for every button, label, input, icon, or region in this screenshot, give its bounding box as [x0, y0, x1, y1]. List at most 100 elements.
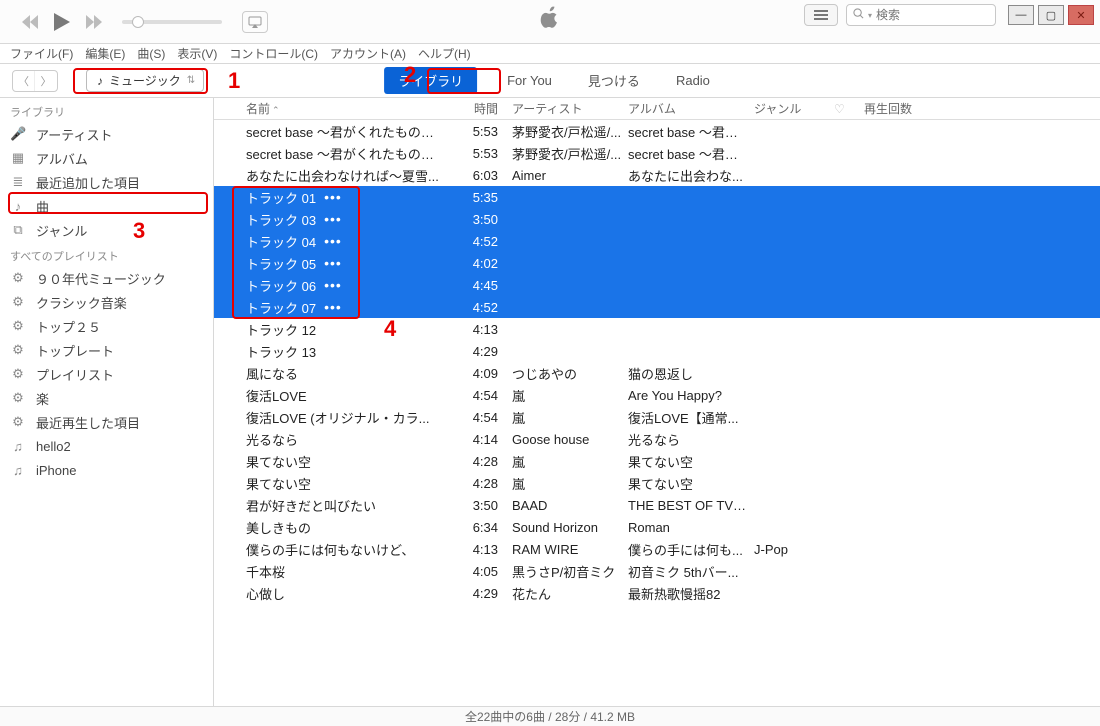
- menu-item[interactable]: アカウント(A): [330, 45, 406, 62]
- song-row[interactable]: secret base ～君がくれたもの～ (...5:53茅野愛衣/戸松遥/.…: [214, 120, 1100, 142]
- more-icon[interactable]: •••: [324, 255, 342, 271]
- col-genre[interactable]: ジャンル: [748, 100, 828, 117]
- tab-for-you[interactable]: For You: [501, 71, 558, 90]
- col-album[interactable]: アルバム: [622, 100, 748, 117]
- song-name: トラック 03: [246, 210, 316, 229]
- song-row[interactable]: 美しきもの6:34Sound HorizonRoman: [214, 516, 1100, 538]
- song-row[interactable]: 千本桜4:05黒うさP/初音ミク初音ミク 5thバー...: [214, 560, 1100, 582]
- menu-item[interactable]: コントロール(C): [229, 45, 318, 62]
- sidebar-playlist-item[interactable]: ⚙クラシック音楽: [0, 290, 213, 314]
- song-row[interactable]: 君が好きだと叫びたい3:50BAADTHE BEST OF TV A...: [214, 494, 1100, 516]
- song-row[interactable]: トラック 05•••4:02: [214, 252, 1100, 274]
- song-name: トラック 06: [246, 276, 316, 295]
- search-box[interactable]: ▾: [846, 4, 996, 26]
- sidebar-item[interactable]: ♪曲: [0, 194, 213, 218]
- song-name: トラック 13: [246, 345, 316, 360]
- airplay-button[interactable]: [242, 11, 268, 33]
- song-name: トラック 05: [246, 254, 316, 273]
- menu-item[interactable]: 曲(S): [137, 45, 165, 62]
- song-time: 4:05: [440, 564, 506, 579]
- more-icon[interactable]: •••: [324, 211, 342, 227]
- song-row[interactable]: 僕らの手には何もないけど、4:13RAM WIRE僕らの手には何も...J-Po…: [214, 538, 1100, 560]
- sidebar-item[interactable]: ≣最近追加した項目: [0, 170, 213, 194]
- col-plays[interactable]: 再生回数: [858, 100, 1092, 117]
- song-artist: 嵐: [506, 474, 622, 493]
- song-album: Are You Happy?: [622, 388, 748, 403]
- song-name: 心做し: [246, 587, 285, 602]
- song-row[interactable]: 光るなら4:14Goose house光るなら: [214, 428, 1100, 450]
- more-icon[interactable]: •••: [324, 233, 342, 249]
- main: ライブラリ 🎤アーティスト▦アルバム≣最近追加した項目♪曲⧉ジャンル すべてのプ…: [0, 98, 1100, 706]
- nav-forward[interactable]: 〉: [35, 71, 57, 91]
- volume-slider[interactable]: [122, 20, 222, 24]
- song-artist: Aimer: [506, 168, 622, 183]
- apple-logo: [540, 6, 560, 34]
- sidebar-item[interactable]: ▦アルバム: [0, 146, 213, 170]
- song-time: 4:28: [440, 454, 506, 469]
- maximize-button[interactable]: ▢: [1038, 5, 1064, 25]
- sidebar-playlist-item[interactable]: ♫hello2: [0, 434, 213, 458]
- status-bar: 全22曲中の6曲 / 28分 / 41.2 MB: [0, 706, 1100, 726]
- media-type-selector[interactable]: ♪ ミュージック ⇅: [86, 69, 204, 92]
- tab-radio[interactable]: Radio: [670, 71, 716, 90]
- sidebar-item[interactable]: 🎤アーティスト: [0, 122, 213, 146]
- prev-button[interactable]: [16, 8, 44, 36]
- song-row[interactable]: 風になる4:09つじあやの猫の恩返し: [214, 362, 1100, 384]
- col-time[interactable]: 時間: [440, 100, 506, 117]
- more-icon[interactable]: •••: [324, 189, 342, 205]
- volume-thumb[interactable]: [132, 16, 144, 28]
- sidebar-playlist-item[interactable]: ⚙トップレート: [0, 338, 213, 362]
- sidebar-icon: ▦: [10, 150, 26, 166]
- song-time: 4:28: [440, 476, 506, 491]
- play-button[interactable]: [48, 8, 76, 36]
- menu-item[interactable]: ヘルプ(H): [418, 45, 471, 62]
- song-row[interactable]: トラック 01•••5:35: [214, 186, 1100, 208]
- song-artist: 花たん: [506, 584, 622, 603]
- list-view-button[interactable]: [804, 4, 838, 26]
- sidebar-playlist-item[interactable]: ⚙９０年代ミュージック: [0, 266, 213, 290]
- minimize-button[interactable]: —: [1008, 5, 1034, 25]
- col-name[interactable]: 名前⌃: [240, 100, 440, 117]
- song-row[interactable]: トラック 04•••4:52: [214, 230, 1100, 252]
- menu-item[interactable]: 編集(E): [85, 45, 125, 62]
- sidebar-icon: ⧉: [10, 222, 26, 238]
- status-text: 全22曲中の6曲 / 28分 / 41.2 MB: [465, 708, 635, 725]
- song-list-content: 名前⌃ 時間 アーティスト アルバム ジャンル ♡ 再生回数 secret ba…: [214, 98, 1100, 706]
- nav-back[interactable]: 〈: [13, 71, 35, 91]
- song-row[interactable]: 復活LOVE4:54嵐Are You Happy?: [214, 384, 1100, 406]
- song-row[interactable]: トラック 07•••4:52: [214, 296, 1100, 318]
- next-button[interactable]: [80, 8, 108, 36]
- song-row[interactable]: 復活LOVE (オリジナル・カラ...4:54嵐復活LOVE【通常...: [214, 406, 1100, 428]
- song-row[interactable]: あなたに出会わなければ～夏雪...6:03Aimerあなたに出会わな...: [214, 164, 1100, 186]
- song-row[interactable]: 心做し4:29花たん最新热歌慢摇82: [214, 582, 1100, 604]
- song-genre: J-Pop: [748, 542, 828, 557]
- tab-library[interactable]: ライブラリ: [384, 67, 477, 94]
- more-icon[interactable]: •••: [324, 299, 342, 315]
- search-icon: [853, 8, 864, 22]
- col-artist[interactable]: アーティスト: [506, 100, 622, 117]
- sidebar-item[interactable]: ⧉ジャンル: [0, 218, 213, 242]
- more-icon[interactable]: •••: [324, 277, 342, 293]
- sidebar-playlist-item[interactable]: ⚙トップ２５: [0, 314, 213, 338]
- song-row[interactable]: secret base ～君がくれたもの～ (...5:53茅野愛衣/戸松遥/.…: [214, 142, 1100, 164]
- song-row[interactable]: トラック 134:29: [214, 340, 1100, 362]
- song-row[interactable]: トラック 06 ••• 4:45: [214, 274, 1100, 296]
- song-row[interactable]: トラック 03•••3:50: [214, 208, 1100, 230]
- close-button[interactable]: ✕: [1068, 5, 1094, 25]
- song-row[interactable]: 果てない空4:28嵐果てない空: [214, 472, 1100, 494]
- song-time: 4:45: [440, 278, 506, 293]
- menu-item[interactable]: ファイル(F): [10, 45, 73, 62]
- sidebar-item-label: 楽: [36, 389, 49, 408]
- sidebar: ライブラリ 🎤アーティスト▦アルバム≣最近追加した項目♪曲⧉ジャンル すべてのプ…: [0, 98, 214, 706]
- tab-browse[interactable]: 見つける: [582, 69, 646, 92]
- menu-item[interactable]: 表示(V): [177, 45, 217, 62]
- sidebar-playlist-item[interactable]: ⚙プレイリスト: [0, 362, 213, 386]
- song-time: 4:52: [440, 300, 506, 315]
- song-row[interactable]: 果てない空4:28嵐果てない空: [214, 450, 1100, 472]
- song-row[interactable]: トラック 124:13: [214, 318, 1100, 340]
- sidebar-playlist-item[interactable]: ⚙最近再生した項目: [0, 410, 213, 434]
- sidebar-playlist-item[interactable]: ⚙楽: [0, 386, 213, 410]
- song-name: トラック 04: [246, 232, 316, 251]
- sidebar-playlist-item[interactable]: ♫iPhone: [0, 458, 213, 482]
- col-loved[interactable]: ♡: [828, 102, 858, 116]
